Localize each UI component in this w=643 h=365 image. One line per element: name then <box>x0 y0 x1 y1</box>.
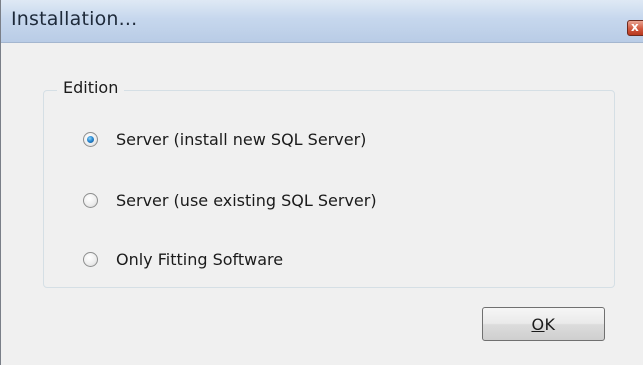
installation-dialog: Installation... x Edition Server (instal… <box>0 0 643 365</box>
radio-option-fitting-software[interactable]: Only Fitting Software <box>83 246 283 272</box>
window-title: Installation... <box>11 8 138 30</box>
title-bar[interactable]: Installation... x <box>1 0 643 43</box>
radio-button[interactable] <box>83 192 98 208</box>
radio-label[interactable]: Server (install new SQL Server) <box>116 130 366 149</box>
close-button[interactable]: x <box>627 20 643 36</box>
ok-button-label: OK <box>531 315 555 334</box>
radio-option-install-new-sql[interactable]: Server (install new SQL Server) <box>83 126 366 152</box>
radio-button[interactable] <box>83 251 98 267</box>
ok-button[interactable]: OK <box>482 307 605 341</box>
radio-label[interactable]: Only Fitting Software <box>116 250 283 269</box>
ok-accelerator-key: O <box>531 314 545 334</box>
close-icon: x <box>631 20 639 34</box>
ok-label-rest: K <box>544 314 556 334</box>
edition-group-label: Edition <box>57 78 125 97</box>
radio-label[interactable]: Server (use existing SQL Server) <box>116 191 377 210</box>
radio-option-use-existing-sql[interactable]: Server (use existing SQL Server) <box>83 187 377 213</box>
radio-button-selected[interactable] <box>83 131 98 147</box>
